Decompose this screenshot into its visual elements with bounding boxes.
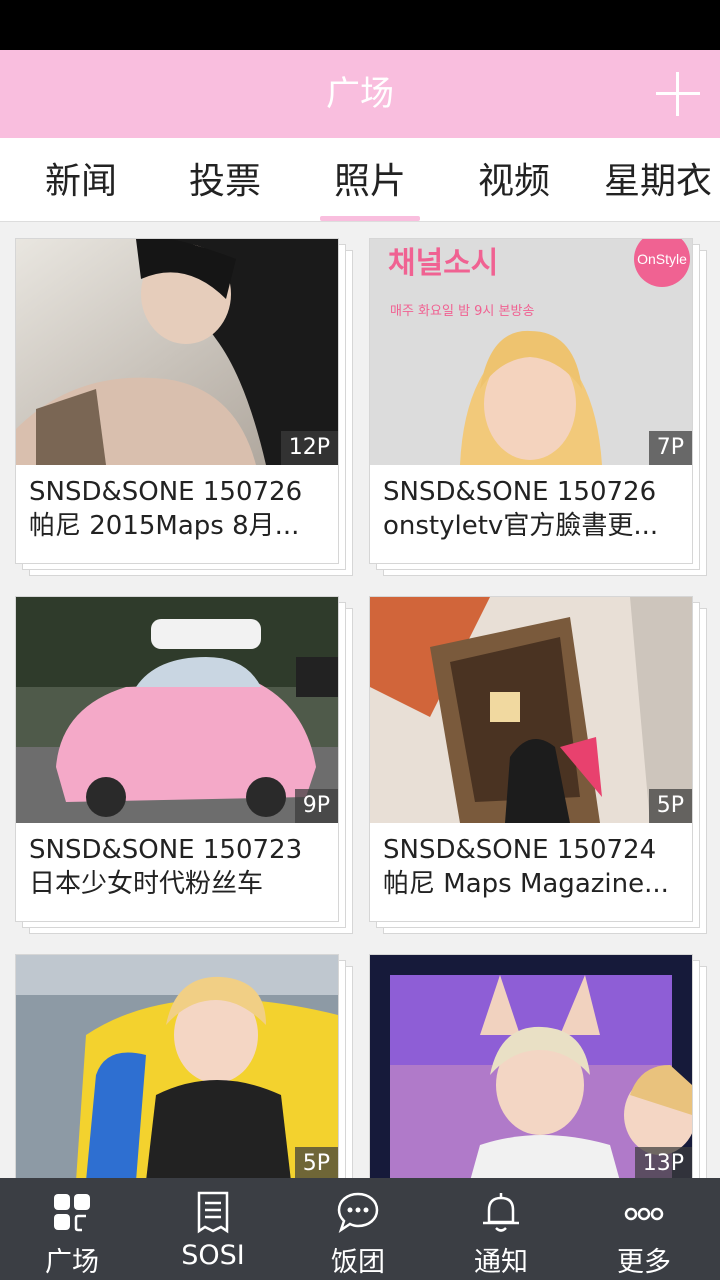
- photo-overlay-subtitle: 매주 화요일 밤 9시 본방송: [390, 304, 534, 319]
- nav-label: 广场: [45, 1247, 99, 1278]
- thumbnail: 9P: [16, 597, 338, 823]
- nav-item-notifications[interactable]: 通知: [429, 1178, 573, 1280]
- tab-vote[interactable]: 投票: [153, 138, 297, 222]
- grid-icon: [54, 1194, 90, 1232]
- photo-overlay-title: 채널소시: [388, 246, 498, 281]
- tab-photos[interactable]: 照片: [298, 138, 442, 222]
- photo-card[interactable]: 5P: [15, 954, 353, 1178]
- onstyle-logo-text: OnStyle: [637, 251, 687, 267]
- photo-card[interactable]: 9P SNSD&SONE 150723 日本少女时代粉丝车: [15, 596, 353, 934]
- tab-bar: 新闻 投票 照片 视频 星期衣: [0, 138, 720, 222]
- photo-count-badge: 7P: [648, 431, 692, 465]
- bell-icon: [483, 1193, 519, 1232]
- nav-label: 饭团: [331, 1247, 385, 1278]
- photo-card[interactable]: 5P SNSD&SONE 150724 帕尼 Maps Magazine...: [369, 596, 707, 934]
- photo-count-badge: 5P: [294, 1147, 338, 1178]
- page-title: 广场: [326, 74, 394, 114]
- top-bar: 广场: [0, 50, 720, 138]
- card-caption: SNSD&SONE 150726: [29, 477, 303, 507]
- card-body: 9P SNSD&SONE 150723 日本少女时代粉丝车: [15, 596, 339, 922]
- nav-label: SOSI: [181, 1240, 245, 1271]
- thumbnail: 12P: [16, 239, 338, 465]
- card-caption: SNSD&SONE 150726: [383, 477, 657, 507]
- nav-item-sosi[interactable]: SOSI: [141, 1178, 285, 1280]
- card-caption: SNSD&SONE 150724: [383, 835, 657, 865]
- card-caption: onstyletv官方臉書更...: [383, 511, 659, 541]
- thumbnail: 5P: [370, 597, 692, 823]
- card-body: OnStyle 채널소시 매주 화요일 밤 9시 본방송 7P SNSD&SON…: [369, 238, 693, 564]
- card-caption: 帕尼 2015Maps 8月...: [29, 511, 300, 541]
- card-body: 5P: [15, 954, 339, 1178]
- add-button[interactable]: [654, 70, 702, 118]
- card-body: 5P SNSD&SONE 150724 帕尼 Maps Magazine...: [369, 596, 693, 922]
- photo-count-badge: 9P: [294, 789, 338, 823]
- more-icon: [624, 1207, 664, 1221]
- tab-weekly-outfit[interactable]: 星期衣: [586, 138, 720, 222]
- nav-label: 通知: [474, 1247, 528, 1278]
- status-bar: [0, 0, 720, 50]
- photo-count-badge: 5P: [648, 789, 692, 823]
- nav-item-plaza[interactable]: 广场: [0, 1178, 144, 1280]
- card-caption: 日本少女时代粉丝车: [29, 869, 264, 899]
- thumbnail: 13P: [370, 955, 692, 1178]
- nav-item-fan-group[interactable]: 饭团: [286, 1178, 430, 1280]
- photo-card[interactable]: OnStyle 채널소시 매주 화요일 밤 9시 본방송 7P SNSD&SON…: [369, 238, 707, 576]
- card-body: 13P: [369, 954, 693, 1178]
- thumbnail: 5P: [16, 955, 338, 1178]
- nav-item-more[interactable]: 更多: [572, 1178, 716, 1280]
- photo-count-badge: 13P: [634, 1147, 692, 1178]
- chat-bubble-icon: [337, 1192, 379, 1234]
- tab-videos[interactable]: 视频: [442, 138, 586, 222]
- card-caption: SNSD&SONE 150723: [29, 835, 303, 865]
- photo-card[interactable]: 12P SNSD&SONE 150726 帕尼 2015Maps 8月...: [15, 238, 353, 576]
- photo-count-badge: 12P: [280, 431, 338, 465]
- tab-news[interactable]: 新闻: [9, 138, 153, 222]
- card-body: 12P SNSD&SONE 150726 帕尼 2015Maps 8月...: [15, 238, 339, 564]
- tab-indicator: [320, 216, 420, 221]
- photo-card[interactable]: 13P: [369, 954, 707, 1178]
- photo-grid[interactable]: 12P SNSD&SONE 150726 帕尼 2015Maps 8月... O…: [0, 222, 720, 1178]
- thumbnail: OnStyle 채널소시 매주 화요일 밤 9시 본방송 7P: [370, 239, 692, 465]
- document-icon: [197, 1191, 229, 1234]
- bottom-nav: 广场 SOSI 饭团 通知 更多: [0, 1178, 720, 1280]
- card-caption: 帕尼 Maps Magazine...: [383, 869, 669, 899]
- nav-label: 更多: [617, 1247, 671, 1278]
